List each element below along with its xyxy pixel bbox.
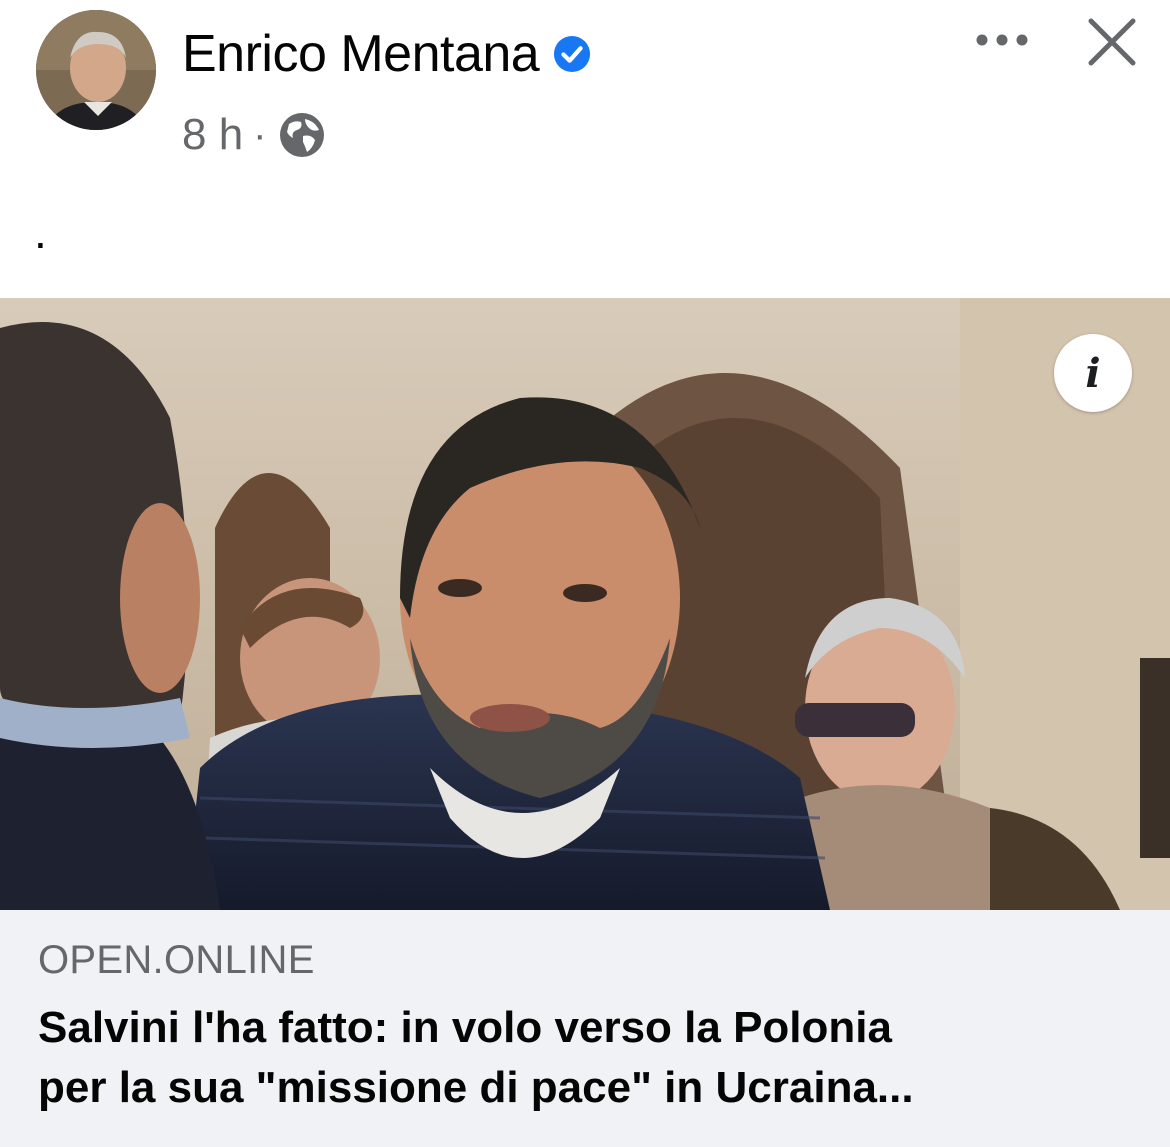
link-preview-image[interactable]: i [0, 298, 1170, 910]
close-icon [1088, 18, 1136, 66]
link-title-line-1: Salvini l'ha fatto: in volo verso la Pol… [38, 1003, 892, 1052]
facebook-post: Enrico Mentana 8 h · . i OPEN.ONLINE Sal… [0, 0, 1170, 1147]
post-text: . [34, 206, 47, 258]
link-preview-card[interactable]: i OPEN.ONLINE Salvini l'ha fatto: in vol… [0, 298, 1170, 1147]
link-preview-footer[interactable]: OPEN.ONLINE Salvini l'ha fatto: in volo … [0, 910, 1170, 1147]
link-domain: OPEN.ONLINE [38, 938, 315, 982]
author-header: Enrico Mentana [182, 22, 591, 86]
close-button[interactable] [1082, 12, 1142, 72]
more-options-button[interactable] [970, 20, 1034, 60]
verified-badge-icon [554, 35, 591, 73]
link-title[interactable]: Salvini l'ha fatto: in volo verso la Pol… [38, 998, 1138, 1118]
author-avatar[interactable] [36, 10, 156, 130]
post-timestamp[interactable]: 8 h [182, 110, 243, 160]
meta-separator: · [253, 112, 267, 157]
ad-info-button[interactable]: i [1054, 334, 1132, 412]
info-icon: i [1085, 349, 1101, 397]
more-options-icon [976, 34, 1028, 46]
globe-icon[interactable] [277, 110, 327, 160]
author-name[interactable]: Enrico Mentana [182, 24, 540, 84]
link-title-line-2: per la sua "missione di pace" in Ucraina… [38, 1063, 914, 1112]
post-meta: 8 h · [182, 106, 327, 164]
